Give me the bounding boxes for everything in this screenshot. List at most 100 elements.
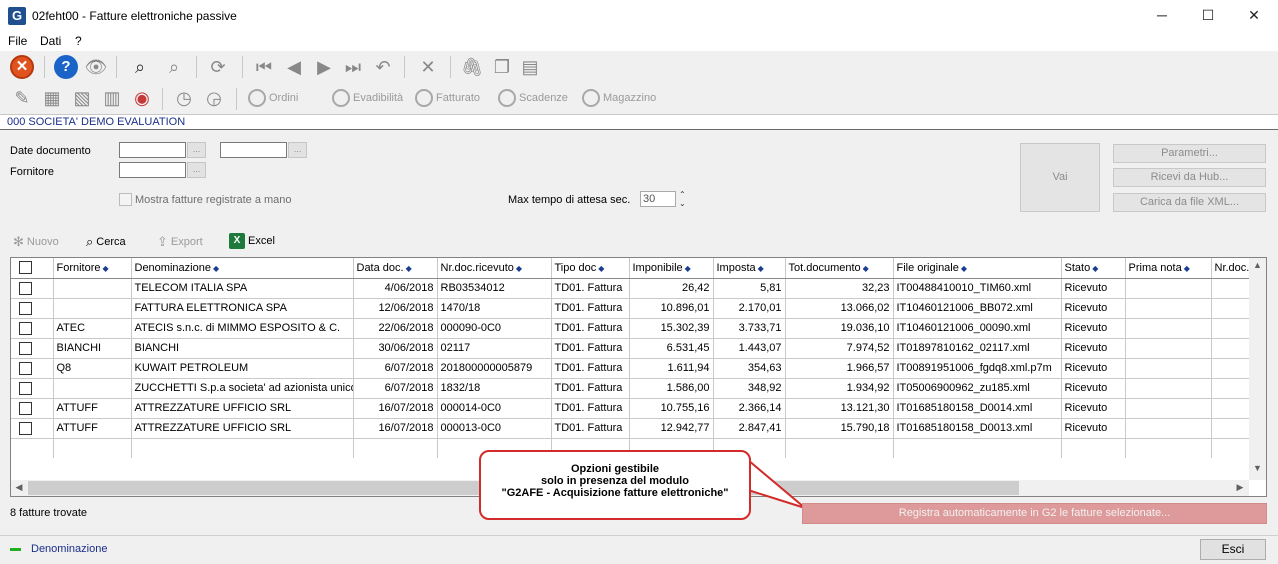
column-header[interactable]: Denominazione ◆ xyxy=(131,258,354,279)
table-row[interactable]: ZUCCHETTI S.p.a societa' ad azionista un… xyxy=(11,378,1250,399)
menu-file[interactable]: File xyxy=(8,34,27,48)
excel-button[interactable]: X Excel xyxy=(229,233,275,249)
row-select-cell[interactable] xyxy=(11,278,54,299)
row-checkbox[interactable] xyxy=(19,301,32,315)
close-window-button[interactable]: ✕ xyxy=(1231,0,1277,30)
layers-icon[interactable]: ▥ xyxy=(100,86,124,110)
row-checkbox[interactable] xyxy=(19,281,32,295)
refresh-icon[interactable]: ⟳ xyxy=(206,55,230,79)
vai-button[interactable]: Vai xyxy=(1020,143,1100,212)
table-row[interactable]: Q8 KUWAIT PETROLEUM 6/07/2018 2018000000058… xyxy=(11,358,1250,379)
date-to-input[interactable] xyxy=(220,142,287,158)
table-row[interactable]: FATTURA ELETTRONICA SPA 12/06/2018 1470/18… xyxy=(11,298,1250,319)
row-checkbox[interactable] xyxy=(19,381,32,395)
column-header[interactable]: Nr.doc.ricevuto ◆ xyxy=(437,258,552,279)
row-select-cell[interactable] xyxy=(11,358,54,379)
cerca-button[interactable]: ⌕ Cerca xyxy=(86,234,126,250)
sort-icon[interactable]: ◆ xyxy=(961,264,967,273)
scadenze-button[interactable]: Scadenze xyxy=(498,89,568,107)
previous-record-icon[interactable]: ◀ xyxy=(282,55,306,79)
row-select-cell[interactable] xyxy=(11,418,54,439)
export-button[interactable]: ⇪ Export xyxy=(157,234,203,250)
select-all-checkbox[interactable] xyxy=(19,261,32,275)
exit-icon[interactable]: ✕ xyxy=(10,55,34,79)
row-checkbox[interactable] xyxy=(19,341,32,355)
date-from-picker-button[interactable]: ... xyxy=(187,142,206,158)
select-all-cell[interactable] xyxy=(11,258,54,279)
table-row[interactable]: BIANCHI BIANCHI 30/06/2018 02117 TD01. Fattu… xyxy=(11,338,1250,359)
date-from-input[interactable] xyxy=(119,142,186,158)
row-checkbox[interactable] xyxy=(19,321,32,335)
column-header[interactable]: Data doc. ◆ xyxy=(353,258,438,279)
sort-icon[interactable]: ◆ xyxy=(863,264,869,273)
delete-icon[interactable]: ✕ xyxy=(416,55,440,79)
menu-dati[interactable]: Dati xyxy=(40,34,61,48)
edit-icon[interactable]: ✎ xyxy=(10,86,34,110)
next-record-icon[interactable]: ▶ xyxy=(312,55,336,79)
sort-icon[interactable]: ◆ xyxy=(516,264,522,273)
esci-button[interactable]: Esci xyxy=(1200,539,1266,560)
column-header[interactable]: File originale ◆ xyxy=(893,258,1062,279)
column-header[interactable]: Imposta ◆ xyxy=(713,258,786,279)
table-row[interactable]: ATEC ATECIS s.n.c. di MIMMO ESPOSITO & C.… xyxy=(11,318,1250,339)
help-icon[interactable]: ? xyxy=(54,55,78,79)
column-header[interactable]: Fornitore ◆ xyxy=(53,258,132,279)
document-icon[interactable]: ▦ xyxy=(40,86,64,110)
column-header[interactable]: Stato ◆ xyxy=(1061,258,1126,279)
history-back-icon[interactable]: ◶ xyxy=(202,86,226,110)
row-select-cell[interactable] xyxy=(11,298,54,319)
last-record-icon[interactable]: ⏭ xyxy=(341,55,365,79)
row-checkbox[interactable] xyxy=(19,421,32,435)
date-to-picker-button[interactable]: ... xyxy=(288,142,307,158)
fatturato-button[interactable]: Fatturato xyxy=(415,89,480,107)
manual-invoices-checkbox[interactable] xyxy=(119,193,132,206)
binoculars-icon[interactable]: 👁 xyxy=(84,55,108,79)
sort-icon[interactable]: ◆ xyxy=(685,264,691,273)
window-icon[interactable]: ▤ xyxy=(518,55,542,79)
column-header[interactable]: Prima nota ◆ xyxy=(1125,258,1212,279)
sort-icon[interactable]: ◆ xyxy=(1184,264,1190,273)
supplier-lookup-button[interactable]: ... xyxy=(187,162,206,178)
row-checkbox[interactable] xyxy=(19,401,32,415)
sort-icon[interactable]: ◆ xyxy=(103,264,109,273)
inspect-icon[interactable]: ◉ xyxy=(130,86,154,110)
scroll-down-icon[interactable]: ▼ xyxy=(1251,463,1264,473)
row-select-cell[interactable] xyxy=(11,318,54,339)
menu-help[interactable]: ? xyxy=(75,34,82,48)
minimize-button[interactable]: ─ xyxy=(1139,0,1185,30)
sort-icon[interactable]: ◆ xyxy=(1092,264,1098,273)
documents-icon[interactable]: ▧ xyxy=(70,86,94,110)
magazzino-button[interactable]: Magazzino xyxy=(582,89,656,107)
table-row[interactable]: ATTUFF ATTREZZATURE UFFICIO SRL 16/07/2018… xyxy=(11,398,1250,419)
scroll-right-icon[interactable]: ▶ xyxy=(1234,482,1246,493)
table-row[interactable]: TELECOM ITALIA SPA 4/06/2018 RB03534012 TD0… xyxy=(11,278,1250,299)
sort-icon[interactable]: ◆ xyxy=(758,264,764,273)
sort-icon[interactable]: ◆ xyxy=(213,264,219,273)
scroll-left-icon[interactable]: ◀ xyxy=(13,482,25,493)
supplier-input[interactable] xyxy=(119,162,186,178)
max-wait-spinner[interactable]: ⌃ ⌄ xyxy=(679,190,686,208)
row-select-cell[interactable] xyxy=(11,338,54,359)
search-binoculars-icon[interactable]: ⌕ xyxy=(128,55,152,79)
maximize-button[interactable]: ☐ xyxy=(1185,0,1231,30)
sort-icon[interactable]: ◆ xyxy=(406,264,412,273)
column-header[interactable]: Tipo doc ◆ xyxy=(551,258,630,279)
column-header[interactable]: Tot.documento ◆ xyxy=(785,258,894,279)
column-header[interactable]: Nr.doc. xyxy=(1211,258,1250,279)
vertical-scrollbar[interactable] xyxy=(1249,258,1266,480)
row-select-cell[interactable] xyxy=(11,378,54,399)
copy-icon[interactable]: ❐ xyxy=(490,55,514,79)
table-row[interactable]: ATTUFF ATTREZZATURE UFFICIO SRL 16/07/2018… xyxy=(11,418,1250,439)
ordini-button[interactable]: Ordini xyxy=(248,89,298,107)
evadibilita-button[interactable]: Evadibilità xyxy=(332,89,403,107)
ricevi-hub-button[interactable]: Ricevi da Hub... xyxy=(1113,168,1266,187)
attachment-icon[interactable]: 🖇 xyxy=(460,55,484,79)
row-checkbox[interactable] xyxy=(19,361,32,375)
max-wait-input[interactable]: 30 xyxy=(640,191,676,207)
first-record-icon[interactable]: ⏮ xyxy=(252,55,276,79)
history-icon[interactable]: ◷ xyxy=(172,86,196,110)
nuovo-button[interactable]: ✻ Nuovo xyxy=(13,234,59,250)
scroll-up-icon[interactable]: ▲ xyxy=(1251,260,1264,270)
carica-xml-button[interactable]: Carica da file XML... xyxy=(1113,193,1266,212)
sort-icon[interactable]: ◆ xyxy=(598,264,604,273)
